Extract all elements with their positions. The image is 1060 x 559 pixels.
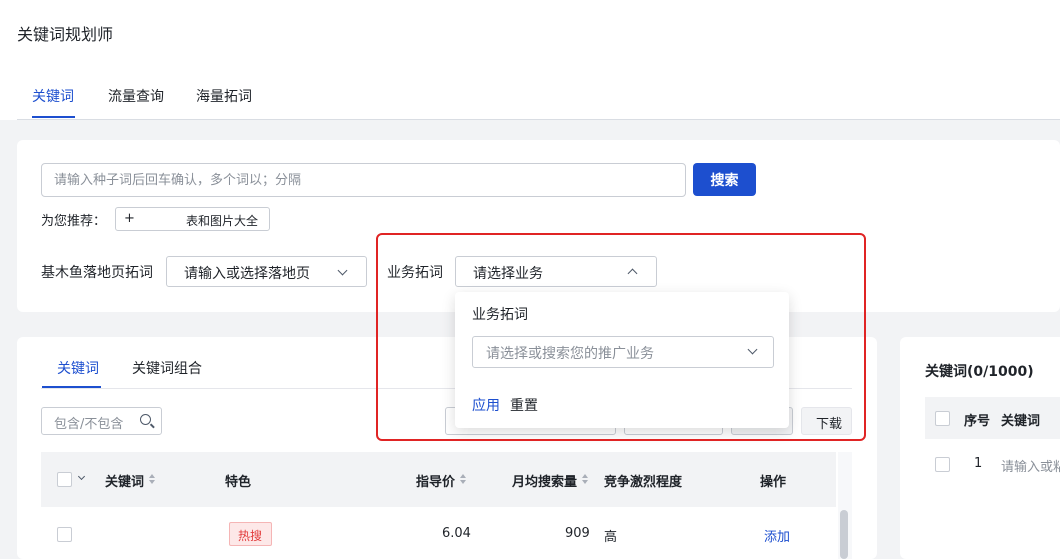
tab-keyword-list[interactable]: 关键词 xyxy=(57,358,99,378)
column-header-keyword: 关键词 xyxy=(1001,414,1041,429)
recommend-tag[interactable]: + 表和图片大全 xyxy=(115,207,270,231)
page-title: 关键词规划师 xyxy=(17,25,114,44)
landing-page-label: 基木鱼落地页拓词 xyxy=(41,265,153,281)
sort-icon[interactable] xyxy=(582,474,588,484)
hot-search-badge-text: 热搜 xyxy=(238,529,263,543)
seed-keyword-input[interactable] xyxy=(41,163,686,197)
header-divider xyxy=(17,119,1060,120)
filter-placeholder: 包含/不包含 xyxy=(54,417,124,432)
tab-traffic-query[interactable]: 流量查询 xyxy=(108,86,164,106)
recommend-tag-text: 表和图片大全 xyxy=(186,214,259,228)
selected-keywords-header: 序号 关键词 xyxy=(925,397,1060,439)
tab-keyword-combination[interactable]: 关键词组合 xyxy=(132,358,202,378)
column-header-feature: 特色 xyxy=(225,475,252,490)
landing-page-select-value: 请输入或选择落地页 xyxy=(184,266,310,282)
sort-icon[interactable] xyxy=(460,474,466,484)
row-checkbox[interactable] xyxy=(57,527,72,542)
column-header-monthly-search[interactable]: 月均搜索量 xyxy=(512,471,577,490)
search-icon xyxy=(140,414,151,425)
sort-icon[interactable] xyxy=(149,474,155,484)
keyword-tab-active-indicator xyxy=(42,386,101,388)
selected-keywords-title: 关键词(0/1000) xyxy=(925,364,1034,380)
search-button[interactable]: 搜索 xyxy=(693,163,756,196)
table-scrollbar-thumb[interactable] xyxy=(840,510,848,559)
plus-icon: + xyxy=(124,211,135,226)
row-index: 1 xyxy=(974,456,983,471)
column-header-action: 操作 xyxy=(760,475,787,490)
row-competition: 高 xyxy=(604,530,618,545)
recommend-label: 为您推荐： xyxy=(41,214,107,229)
column-header-keyword[interactable]: 关键词 xyxy=(105,471,144,490)
tab-keywords[interactable]: 关键词 xyxy=(32,86,74,106)
hot-search-badge: 热搜 xyxy=(229,522,272,546)
row-monthly-search: 909 xyxy=(565,526,590,541)
column-header-competition: 竞争激烈程度 xyxy=(604,475,683,490)
select-all-checkbox[interactable] xyxy=(57,472,72,487)
include-exclude-filter-input[interactable]: 包含/不包含 xyxy=(41,407,162,435)
landing-page-select[interactable]: 请输入或选择落地页 xyxy=(166,256,367,287)
select-all-checkbox[interactable] xyxy=(935,411,950,426)
column-header-index: 序号 xyxy=(964,414,991,429)
chevron-down-icon xyxy=(337,265,348,276)
table-header: 关键词 特色 指导价 月均搜索量 竞争激烈程度 操作 xyxy=(41,452,836,507)
keyword-entry-input[interactable]: 请输入或粘 xyxy=(1001,456,1060,475)
tab-mass-expansion[interactable]: 海量拓词 xyxy=(196,86,252,106)
row-checkbox[interactable] xyxy=(935,457,950,472)
chevron-down-icon[interactable] xyxy=(77,472,86,481)
tab-active-indicator xyxy=(32,116,75,118)
column-header-price[interactable]: 指导价 xyxy=(416,471,455,490)
add-keyword-link[interactable]: 添加 xyxy=(764,526,790,545)
highlight-box xyxy=(376,233,866,441)
row-price: 6.04 xyxy=(442,526,471,541)
